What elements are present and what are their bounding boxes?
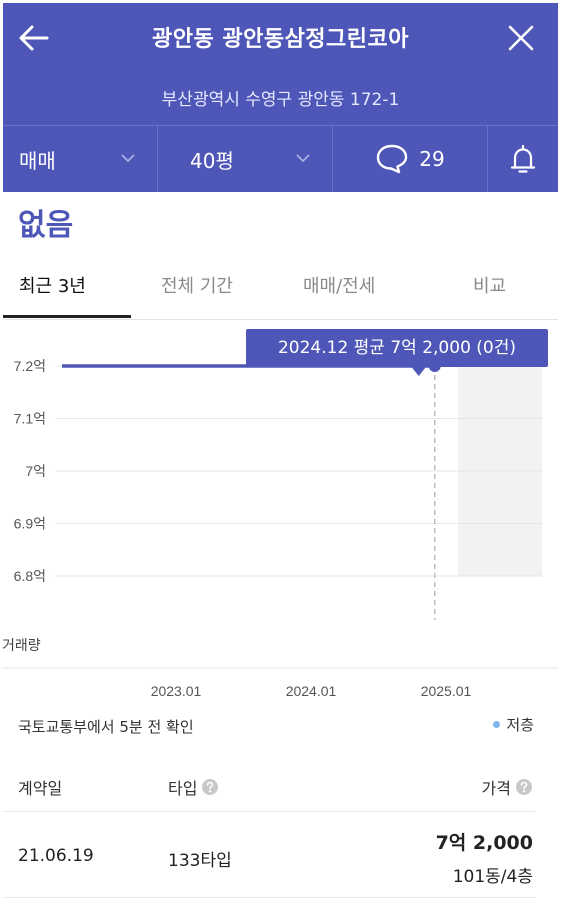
chart-tooltip: 2024.12 평균 7억 2,000 (0건) [246, 329, 548, 367]
speech-bubble-icon [377, 144, 408, 174]
chevron-down-icon [296, 154, 310, 163]
legend-label: 저층 [506, 716, 534, 734]
no-data-text: 없음 [18, 208, 74, 243]
column-header-price-label: 가격 [481, 779, 511, 798]
close-icon[interactable] [504, 21, 538, 55]
period-tabs: 최근 3년 전체 기간 매매/전세 비교 [3, 258, 558, 320]
x-tick-label: 2025.01 [421, 683, 472, 699]
price-chart: 7.2억 7.1억 7억 6.9억 6.8억거래량 2023.01 2024.01 2025.… [2, 356, 558, 699]
trade-type-dropdown[interactable]: 매매 [3, 126, 158, 192]
x-tick-label: 2024.01 [286, 683, 337, 699]
notification-button[interactable] [488, 126, 558, 192]
legend-dot [493, 721, 501, 728]
tab-recent-3-years[interactable]: 최근 3년 [19, 272, 86, 298]
source-text: 국토교통부에서 5분 전 확인 [18, 718, 194, 736]
row-unit: 101동/4층 [452, 867, 533, 887]
y-tick-label: 7.2억 [14, 358, 46, 374]
trade-type-label: 매매 [19, 148, 56, 173]
column-header-date[interactable]: 계약일 [18, 775, 62, 799]
column-header-date-label: 계약일 [18, 779, 63, 798]
comments-button[interactable]: 29 [333, 126, 488, 192]
column-header-price[interactable]: 가격 [482, 775, 533, 799]
chevron-down-icon [121, 154, 135, 163]
table-row[interactable]: 21.06.19 133타입 7억 2,000 101동/4층 [3, 812, 535, 898]
y-tick-label: 7.1억 [14, 411, 46, 427]
table-header: 계약일 타입 가격 [3, 760, 535, 812]
y-tick-label: 6.9억 [14, 516, 46, 532]
tooltip-pointer [410, 366, 427, 376]
future-shade [458, 356, 542, 576]
size-label: 40평 [190, 148, 234, 173]
column-header-type-label: 타입 [168, 779, 198, 798]
y-tick-label: 7억 [25, 463, 46, 479]
filter-bar: 매매 40평 29 [3, 125, 558, 192]
tab-compare[interactable]: 비교 [473, 272, 506, 298]
help-icon[interactable] [515, 778, 533, 796]
column-header-type[interactable]: 타입 [168, 775, 219, 799]
tab-trade-lease[interactable]: 매매/전세 [303, 272, 375, 298]
top-header: 광안동 광안동삼정그린코아 부산광역시 수영구 광안동 172-1 매매 40평… [3, 3, 558, 192]
bell-icon [510, 144, 536, 173]
volume-label: 거래량 [2, 637, 41, 653]
row-type: 133타입 [168, 851, 232, 871]
tab-all-period[interactable]: 전체 기간 [161, 272, 233, 298]
legend: 저층 [493, 714, 534, 735]
address-text: 부산광역시 수영구 광안동 172-1 [161, 90, 400, 110]
comment-count: 29 [419, 147, 445, 171]
row-price: 7억 2,000 [435, 832, 533, 854]
x-tick-label: 2023.01 [151, 683, 202, 699]
active-tab-indicator [3, 315, 131, 318]
size-dropdown[interactable]: 40평 [158, 126, 333, 192]
row-date: 21.06.19 [18, 846, 94, 866]
help-icon[interactable] [201, 778, 219, 796]
page-title: 광안동 광안동삼정그린코아 [151, 27, 410, 52]
y-tick-label: 6.8억 [14, 568, 46, 584]
